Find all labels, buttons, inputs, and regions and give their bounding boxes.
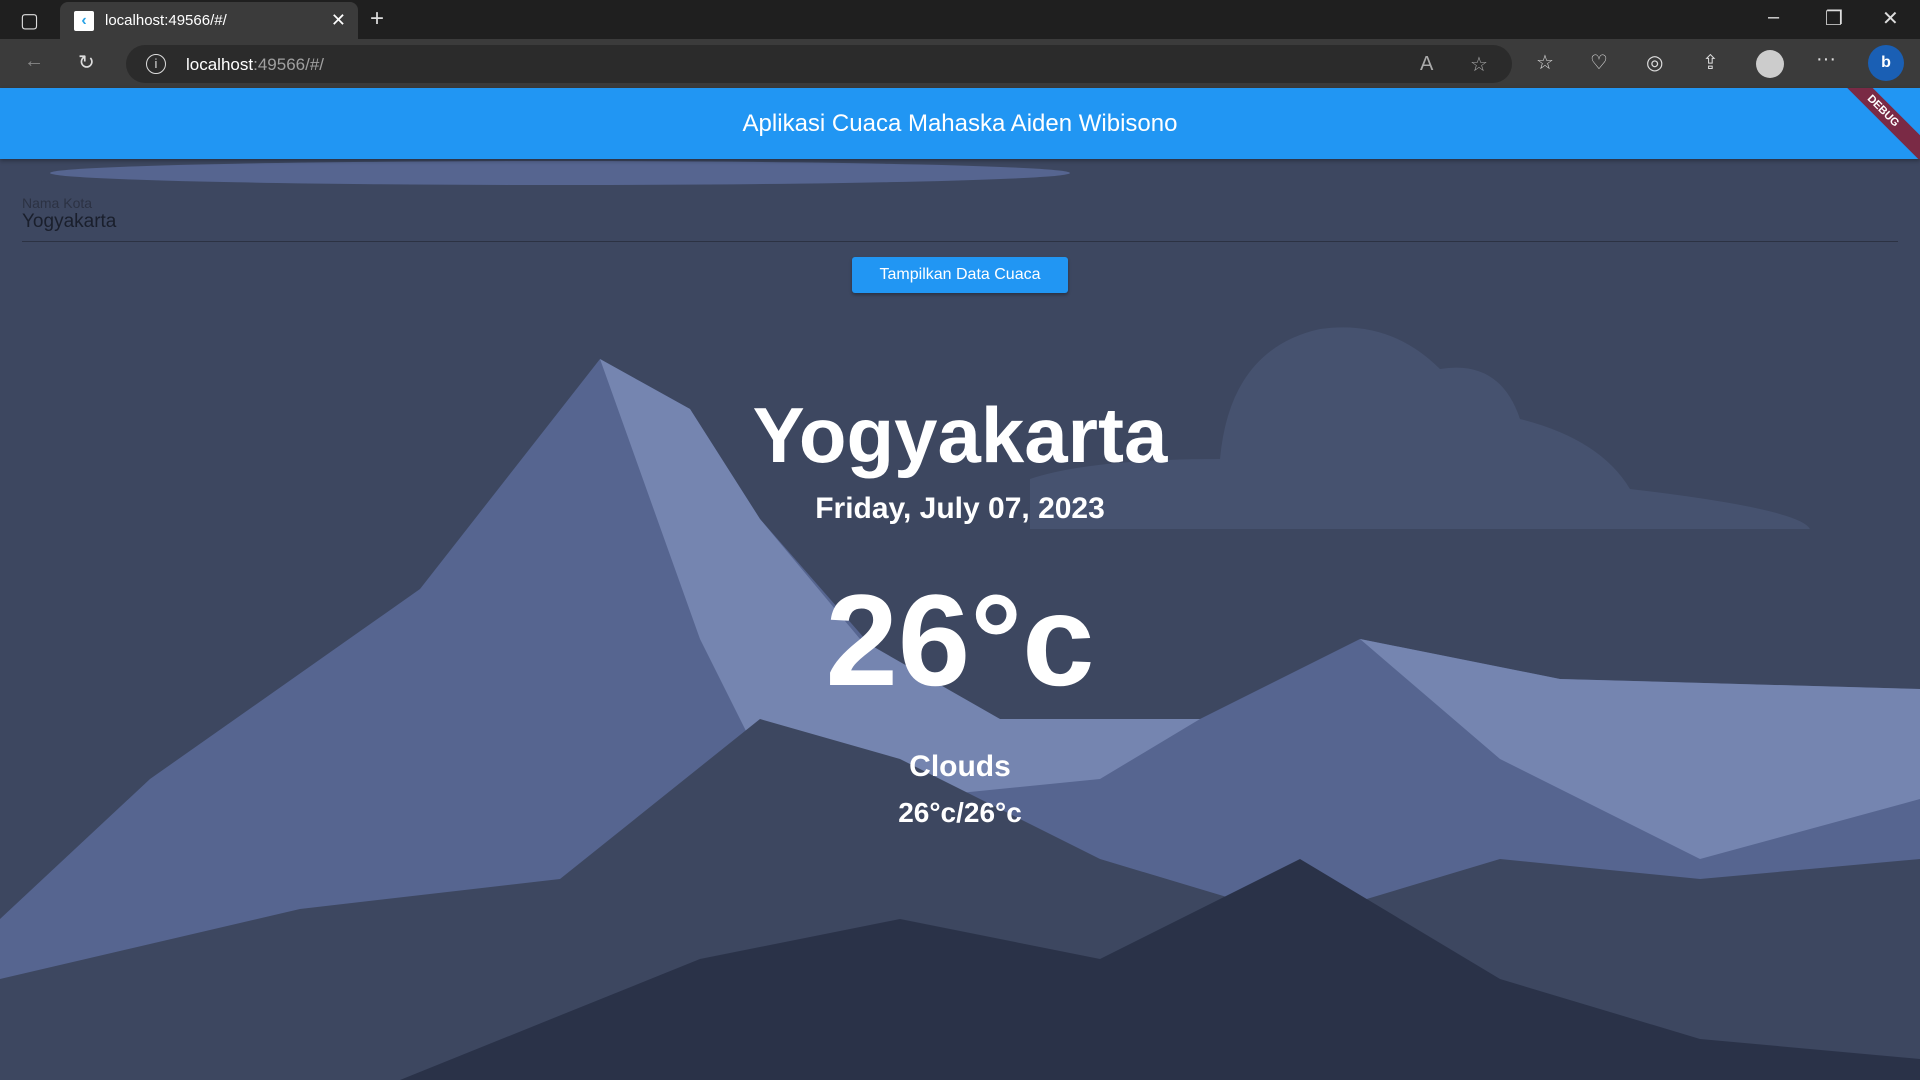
sidebar-toggle-icon[interactable]: ▢ — [20, 8, 39, 33]
url-text: localhost:49566/#/ — [186, 55, 325, 74]
app-bar: Aplikasi Cuaca Mahaska Aiden Wibisono DE… — [0, 88, 1920, 159]
screenshot-icon[interactable]: ◎ — [1646, 50, 1663, 75]
back-icon[interactable]: ← — [24, 50, 44, 73]
temp-range: 26°c/26°c — [898, 797, 1022, 828]
more-icon[interactable]: ··· — [1816, 48, 1836, 71]
weather-condition: Clouds — [909, 750, 1011, 783]
city-name: Yogyakarta — [752, 391, 1168, 479]
new-tab-icon[interactable]: + — [370, 5, 384, 33]
close-window-icon[interactable]: ✕ — [1882, 6, 1899, 31]
read-aloud-icon[interactable]: A — [1420, 53, 1433, 76]
address-bar[interactable]: i localhost:49566/#/ A ☆ — [126, 45, 1512, 83]
browser-tab[interactable]: ‹ localhost:49566/#/ ✕ — [60, 2, 358, 39]
temperature: 26°c — [825, 567, 1095, 713]
favorite-star-icon[interactable]: ☆ — [1470, 52, 1488, 77]
close-tab-icon[interactable]: ✕ — [331, 10, 346, 31]
minimize-icon[interactable]: – — [1768, 6, 1779, 29]
browser-toolbar: ← ↻ i localhost:49566/#/ A ☆ ☆ ♡ ◎ ⇪ ···… — [0, 39, 1920, 88]
city-input-label: Nama Kota — [22, 195, 93, 211]
health-icon[interactable]: ♡ — [1590, 50, 1608, 75]
profile-avatar[interactable] — [1756, 50, 1784, 78]
city-name-input[interactable]: Nama Kota Yogyakarta — [22, 195, 1898, 242]
share-icon[interactable]: ⇪ — [1702, 50, 1719, 75]
app-title: Aplikasi Cuaca Mahaska Aiden Wibisono — [742, 110, 1178, 137]
info-icon[interactable]: i — [146, 54, 166, 74]
refresh-icon[interactable]: ↻ — [78, 50, 95, 75]
weather-date: Friday, July 07, 2023 — [815, 492, 1105, 525]
restore-icon[interactable]: ❐ — [1825, 6, 1843, 31]
show-weather-button[interactable]: Tampilkan Data Cuaca — [852, 257, 1068, 293]
city-input-value[interactable]: Yogyakarta — [22, 211, 1898, 241]
flutter-favicon-icon: ‹ — [74, 11, 94, 31]
bing-icon[interactable]: b — [1868, 45, 1904, 81]
tab-title: localhost:49566/#/ — [105, 12, 227, 29]
favorites-icon[interactable]: ☆ — [1536, 50, 1554, 75]
browser-tab-bar: ▢ ‹ localhost:49566/#/ ✕ + – ❐ ✕ — [0, 0, 1920, 39]
